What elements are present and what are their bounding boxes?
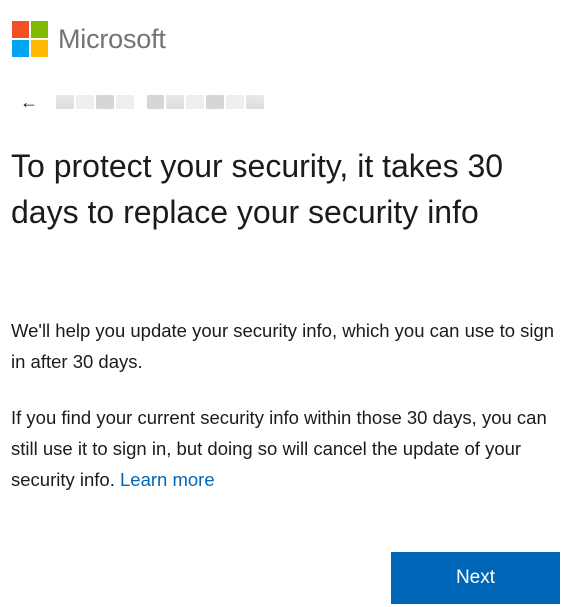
logo-green-square xyxy=(31,21,48,38)
back-arrow-icon[interactable]: ← xyxy=(20,92,42,112)
info-paragraph-1: We'll help you update your security info… xyxy=(11,320,555,372)
brand-name: Microsoft xyxy=(58,23,166,54)
info-paragraph-2-text: If you find your current security info w… xyxy=(11,407,547,490)
redacted-account-identifier xyxy=(56,95,265,109)
info-paragraph-2: If you find your current security info w… xyxy=(11,402,556,495)
logo-red-square xyxy=(12,21,29,38)
next-button[interactable]: Next xyxy=(391,552,560,604)
page-title: To protect your security, it takes 30 da… xyxy=(11,148,504,230)
logo-blue-square xyxy=(12,40,29,57)
learn-more-link[interactable]: Learn more xyxy=(120,469,215,490)
logo-yellow-square xyxy=(31,40,48,57)
microsoft-logo-icon xyxy=(12,21,48,57)
brand-header: Microsoft xyxy=(12,21,166,57)
identity-banner: ← xyxy=(20,92,265,112)
